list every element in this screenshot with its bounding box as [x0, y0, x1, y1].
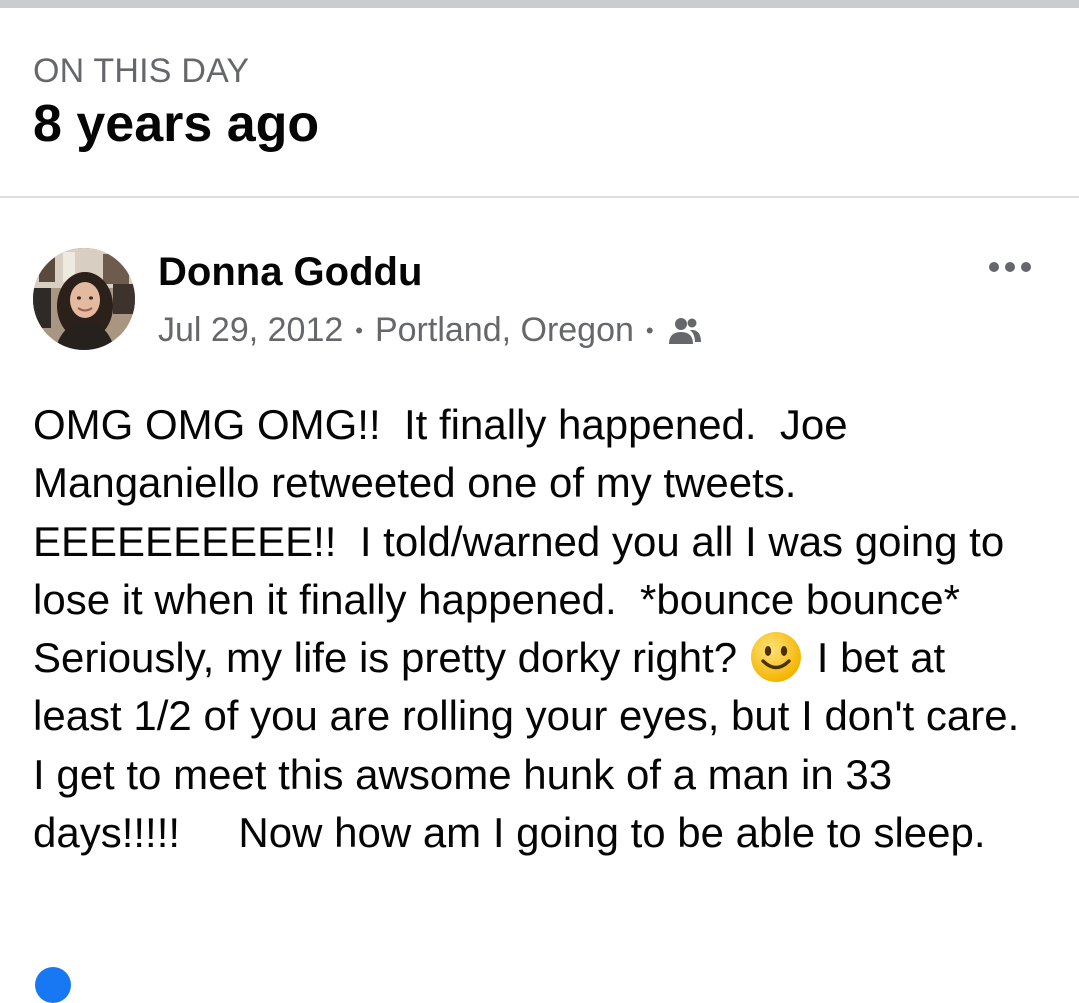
- reaction-icon: [35, 967, 71, 1003]
- author-name[interactable]: Donna Goddu: [158, 250, 422, 295]
- more-options-button[interactable]: [983, 250, 1037, 284]
- post-meta: Jul 29, 2012 • Portland, Oregon •: [158, 311, 702, 350]
- more-options-icon: [989, 262, 1031, 272]
- friends-icon[interactable]: [668, 316, 702, 346]
- smiley-emoji: [750, 632, 801, 683]
- avatar-image: [33, 248, 135, 350]
- memory-header: ON THIS DAY 8 years ago: [0, 8, 1079, 197]
- post-location[interactable]: Portland, Oregon: [375, 311, 634, 350]
- memory-title: 8 years ago: [33, 95, 320, 153]
- top-bar: [0, 0, 1079, 8]
- meta-separator: •: [645, 317, 654, 343]
- meta-separator: •: [355, 317, 363, 343]
- post-date[interactable]: Jul 29, 2012: [158, 311, 343, 350]
- post-body: OMG OMG OMG!! It finally happened. Joe M…: [33, 396, 1043, 862]
- divider: [0, 196, 1079, 198]
- memory-label: ON THIS DAY: [33, 52, 250, 90]
- avatar[interactable]: [33, 248, 135, 350]
